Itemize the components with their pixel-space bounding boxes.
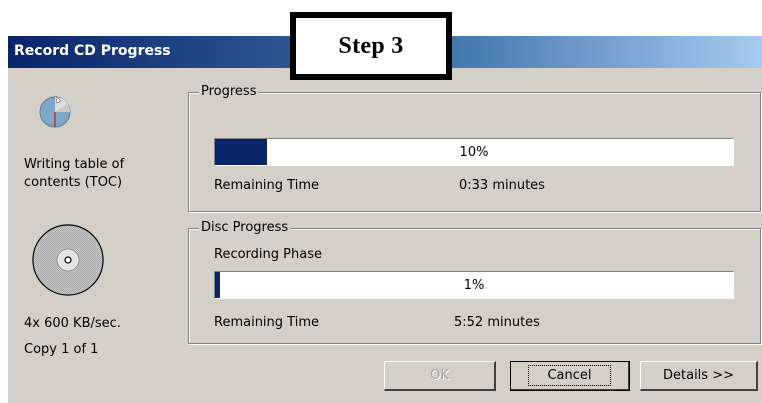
step-callout-inner: Step 3 (293, 15, 449, 77)
cancel-button[interactable]: Cancel (510, 361, 630, 391)
progress-remaining-label: Remaining Time (214, 178, 319, 193)
disc-remaining-label: Remaining Time (214, 315, 319, 330)
disc-progress-group-label: Disc Progress (199, 220, 291, 236)
progress-percent: 10% (459, 144, 489, 160)
copy-text: Copy 1 of 1 (24, 342, 99, 357)
window-title: Record CD Progress (14, 43, 171, 59)
recording-phase-label: Recording Phase (214, 247, 322, 262)
details-button[interactable]: Details >> (640, 361, 758, 391)
disc-progress-bar: 1% (214, 271, 734, 299)
cancel-button-label: Cancel (528, 365, 611, 386)
progress-remaining-value: 0:33 minutes (459, 178, 545, 193)
disc-remaining-value: 5:52 minutes (454, 315, 540, 330)
disc-icon (32, 224, 104, 296)
ok-button[interactable]: OK (384, 361, 496, 391)
disc-progress-percent: 1% (463, 277, 485, 293)
step-callout: Step 3 (290, 12, 452, 80)
progress-bar: 10% (214, 138, 734, 166)
step-callout-label: Step 3 (338, 32, 404, 59)
progress-group: Progress 10% Remaining Time 0:33 minutes (188, 84, 761, 212)
record-cd-progress-dialog: Record CD Progress Writing table of cont… (8, 36, 762, 403)
status-text: Writing table of contents (TOC) (24, 156, 124, 192)
cd-write-icon (39, 95, 71, 128)
status-line-1: Writing table of (24, 157, 125, 172)
status-line-2: contents (TOC) (24, 175, 123, 190)
disc-progress-group: Disc Progress Recording Phase 1% Remaini… (188, 220, 761, 344)
speed-text: 4x 600 KB/sec. (24, 316, 121, 331)
progress-group-label: Progress (199, 84, 259, 100)
